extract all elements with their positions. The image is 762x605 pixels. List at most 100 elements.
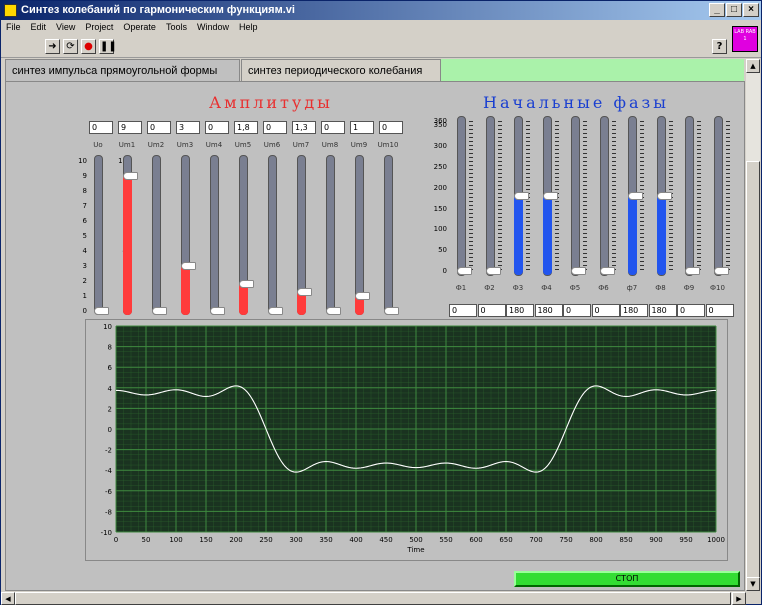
phase-slider-thumb[interactable] [542,192,558,200]
amp-slider-thumb[interactable] [94,307,109,315]
phase-slider-thumb[interactable] [514,192,529,200]
x-tick-label: 900 [649,536,662,544]
phase-slider-track[interactable] [713,116,723,276]
amp-slider-thumb[interactable] [210,307,225,315]
amp-value-box[interactable]: 0 [263,121,287,134]
vertical-scroll-thumb[interactable] [746,161,760,581]
run-arrow-icon[interactable]: ➜ [45,39,60,54]
amp-value-box[interactable]: 3 [176,121,200,134]
tab-strip-fill [441,59,744,81]
amp-slider-thumb[interactable] [181,262,196,270]
amp-slider-thumb[interactable] [384,307,399,315]
menu-file[interactable]: File [1,20,26,32]
phase-scale-label: 0 [442,267,447,275]
menu-view[interactable]: View [51,20,80,32]
amp-value-box[interactable]: 0 [89,121,113,134]
amp-value-box[interactable]: 0 [321,121,345,134]
phase-slider-track[interactable] [685,116,694,276]
amp-slider-thumb[interactable] [268,307,283,315]
phase-slider-thumb[interactable] [485,267,501,275]
phase-channel-label: Ф3 [512,284,524,292]
phase-slider-fill [542,196,552,275]
phase-value-box[interactable]: 0 [705,304,734,317]
amp-slider-thumb[interactable] [297,287,312,296]
amp-scale-label: 10 [78,157,87,165]
phase-slider-thumb[interactable] [571,267,586,275]
stop-button[interactable]: СТОП [514,571,740,587]
phase-channel-label: Ф1 [455,284,467,292]
phase-value-box[interactable]: 180 [620,304,648,317]
menu-window[interactable]: Window [192,20,234,32]
scroll-right-icon[interactable]: ▶ [732,592,746,605]
phase-slider-thumb[interactable] [656,192,672,200]
scroll-up-icon[interactable]: ▲ [746,59,760,73]
scroll-left-icon[interactable]: ◀ [1,592,15,605]
phase-channel-label: Ф5 [569,284,581,292]
phase-value-box[interactable]: 180 [648,304,677,317]
menu-tools[interactable]: Tools [161,20,192,32]
amp-slider-thumb[interactable] [326,307,341,315]
maximize-button[interactable]: □ [726,3,742,17]
close-button[interactable]: × [743,3,759,17]
amp-value-box[interactable]: 0 [205,121,229,134]
phase-value-box[interactable]: 0 [591,304,620,317]
menu-edit[interactable]: Edit [26,20,52,32]
phase-value-box[interactable]: 180 [506,304,534,317]
amp-slider-thumb[interactable] [355,292,370,300]
phase-slider-track[interactable] [599,116,609,276]
amp-slider-thumb[interactable] [239,280,254,288]
phase-slider-thumb[interactable] [685,267,700,275]
phase-value-box[interactable]: 0 [449,304,477,317]
phase-value-box[interactable]: 0 [563,304,591,317]
menu-project[interactable]: Project [80,20,118,32]
toolbar: ➜ ⟳ ● ❚❚ [1,36,761,58]
phase-slider-thumb[interactable] [713,267,729,275]
amp-value-box[interactable]: 0 [379,121,403,134]
phase-value-box[interactable]: 180 [534,304,563,317]
menu-help[interactable]: Help [234,20,263,32]
phase-value-box[interactable]: 0 [477,304,506,317]
phase-value-box[interactable]: 0 [677,304,705,317]
phase-slider-track[interactable] [457,116,466,276]
help-icon[interactable]: ? [712,39,727,54]
phase-slider-thumb[interactable] [599,267,615,275]
amp-value-box[interactable]: 1,8 [234,121,258,134]
amp-value-box[interactable]: 1 [350,121,374,134]
tab-rect-pulse[interactable]: синтез импульса прямоугольной формы [5,59,240,81]
amp-value-box[interactable]: 9 [118,121,142,134]
abort-icon[interactable]: ● [81,39,96,54]
pause-icon[interactable]: ❚❚ [99,39,117,54]
amp-slider-track[interactable] [384,155,393,315]
x-tick-label: 350 [319,536,332,544]
phase-slider-track[interactable] [485,116,495,276]
amp-slider-track[interactable] [94,155,103,315]
amp-value-box[interactable]: 0 [147,121,171,134]
phase-slider-thumb[interactable] [628,192,643,200]
amp-scale-label: 0 [82,307,87,315]
menu-operate[interactable]: Operate [118,20,161,32]
minimize-button[interactable]: _ [709,3,725,17]
amp-scale-label: 5 [82,232,87,240]
scroll-down-icon[interactable]: ▼ [746,577,760,591]
phase-slider-thumb[interactable] [457,267,472,275]
amp-slider-thumb[interactable] [123,172,138,180]
phase-slider-track[interactable] [571,116,580,276]
amp-value-box[interactable]: 1,3 [292,121,316,134]
phase-scale-label: 350 [433,121,447,130]
x-tick-label: 1000 [707,536,725,544]
phase-scale-label: 50 [438,246,447,255]
amp-slider-fill [181,266,190,315]
y-tick-label: 4 [108,385,113,393]
amp-slider-track[interactable] [355,155,364,315]
amp-slider-thumb[interactable] [152,307,167,315]
amp-scale-label: 3 [82,262,87,270]
tab-periodic[interactable]: синтез периодического колебания [241,59,441,81]
amp-slider-track[interactable] [210,155,219,315]
amp-slider-track[interactable] [326,155,335,315]
amp-slider-track[interactable] [268,155,277,315]
horizontal-scroll-thumb[interactable] [15,592,731,605]
run-continuously-icon[interactable]: ⟳ [63,39,78,54]
amp-slider-track[interactable] [152,155,161,315]
phase-scale-label: 300 [433,142,447,150]
phase-tick-marks [583,121,587,271]
